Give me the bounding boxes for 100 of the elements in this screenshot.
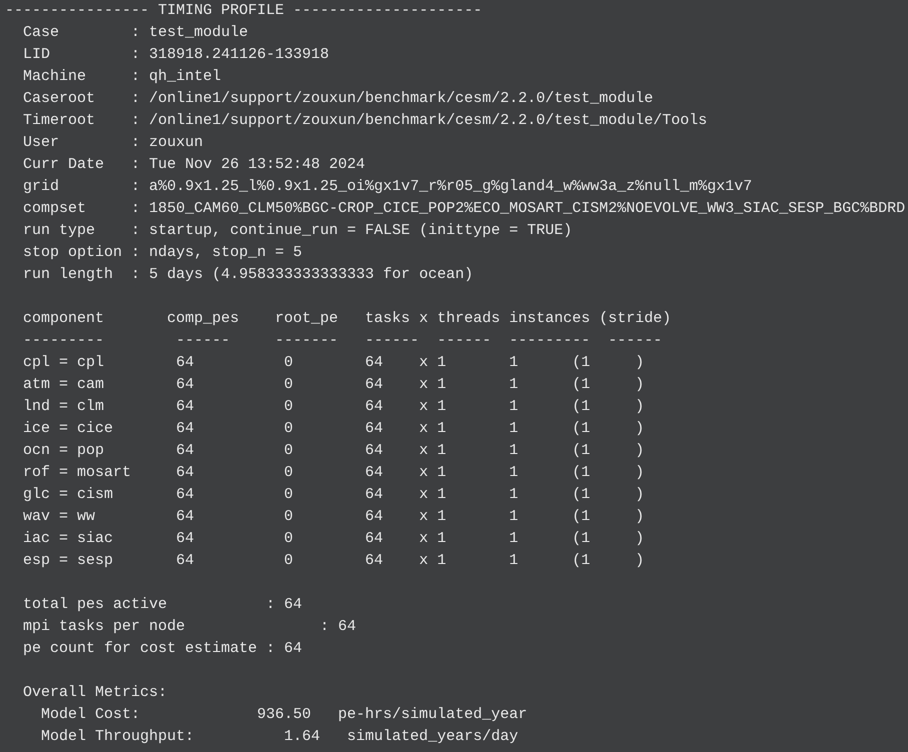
table-cell-text: ocn = pop — [23, 441, 104, 461]
metrics-title: Overall Metrics: — [23, 684, 168, 701]
table-cell-text: x 1 — [419, 529, 446, 549]
table-cell-text: x 1 — [419, 419, 446, 439]
table-cell-text: iac = siac — [23, 529, 114, 549]
table-cell-text: 64 — [176, 397, 194, 417]
info-line: User : zouxun — [23, 134, 204, 151]
table-cell-text: 64 — [176, 507, 194, 527]
table-cell-text: 64 — [176, 529, 194, 549]
summary-line: total pes active : 64 — [23, 596, 302, 613]
table-cell-text: 64 — [176, 463, 194, 483]
table-cell-text: 1 — [509, 529, 518, 549]
metric-line: Model Throughput: 1.64 simulated_years/day — [41, 728, 518, 745]
table-cell-text: x 1 — [419, 441, 446, 461]
table-cell-text: atm = cam — [23, 375, 104, 395]
table-cell-text: 64 — [176, 551, 194, 571]
table-cell-text: x 1 — [419, 397, 446, 417]
info-line: Caseroot : /online1/support/zouxun/benchmark/cesm/2.2.0/test_module — [23, 90, 654, 107]
table-cell-text: 1 — [509, 551, 518, 571]
table-cell-text: esp = sesp — [23, 551, 114, 571]
table-cell-text: (1 ) — [572, 463, 644, 483]
table-cell-text: wav = ww — [23, 507, 96, 527]
table-cell-text: 64 — [365, 529, 384, 549]
column-header: root_pe — [275, 309, 338, 329]
table-cell-text: (1 ) — [572, 353, 644, 373]
table-cell-text: 64 — [365, 463, 384, 483]
table-cell-text: (1 ) — [572, 551, 644, 571]
table-cell-text: 64 — [365, 551, 384, 571]
table-cell-text: 1 — [509, 353, 518, 373]
column-header: instances — [509, 309, 590, 329]
table-cell-text: x 1 — [419, 375, 446, 395]
table-cell-text: (1 ) — [572, 507, 644, 527]
header-rule: --------- — [23, 331, 104, 351]
table-cell-text: (1 ) — [572, 419, 644, 439]
header-rule: ------- — [275, 331, 338, 351]
table-cell-text: 1 — [509, 441, 518, 461]
table-cell-text: 0 — [284, 353, 294, 373]
column-header: tasks — [365, 309, 410, 329]
summary-line: pe count for cost estimate : 64 — [23, 640, 302, 657]
table-cell-text: 64 — [365, 485, 384, 505]
info-line: grid : a%0.9x1.25_l%0.9x1.25_oi%gx1v7_r%r05_g%gland4_w%ww3a_z%null_m%gx1v7 — [23, 178, 752, 195]
header-rule: ------ — [176, 331, 230, 351]
table-cell-text: 64 — [176, 419, 194, 439]
table-cell-text: (1 ) — [572, 485, 644, 505]
column-header: comp_pes — [167, 309, 240, 329]
table-cell-text: 1 — [509, 485, 518, 505]
info-line: stop option : ndays, stop_n = 5 — [23, 244, 302, 261]
table-cell-text: cpl = cpl — [23, 353, 104, 373]
table-cell-text: 0 — [284, 375, 294, 395]
header-rule: ------ — [365, 331, 420, 351]
table-cell-text: x 1 — [419, 463, 446, 483]
info-line: Machine : qh_intel — [23, 68, 222, 85]
table-cell-text: (1 ) — [572, 529, 644, 549]
table-cell-text: 0 — [284, 419, 294, 439]
table-cell-text: 64 — [176, 375, 194, 395]
header-rule: --------- — [509, 331, 590, 351]
table-cell-text: 0 — [284, 397, 294, 417]
table-cell-text: 1 — [509, 375, 518, 395]
info-line: Case : test_module — [23, 24, 248, 41]
table-cell-text: lnd = clm — [23, 397, 104, 417]
table-cell-text: 0 — [284, 529, 294, 549]
table-cell-text: (1 ) — [572, 441, 644, 461]
table-cell-text: 0 — [284, 485, 294, 505]
column-header: x threads — [419, 309, 500, 329]
summary-line: mpi tasks per node : 64 — [23, 618, 356, 635]
table-cell-text: 1 — [509, 397, 518, 417]
table-cell-text: 64 — [176, 441, 194, 461]
metric-line: Model Cost: 936.50 pe-hrs/simulated_year — [41, 706, 528, 723]
table-cell-text: 64 — [176, 485, 194, 505]
table-cell-text: 0 — [284, 463, 294, 483]
table-cell-text: rof = mosart — [23, 463, 132, 483]
table-cell-text: 64 — [365, 397, 384, 417]
table-cell-text: 64 — [365, 441, 384, 461]
table-cell-text: 0 — [284, 551, 294, 571]
table-cell-text: x 1 — [419, 485, 446, 505]
column-header: component — [23, 309, 104, 329]
table-cell-text: x 1 — [419, 353, 446, 373]
table-cell-text: 64 — [365, 419, 384, 439]
table-cell-text: 64 — [365, 375, 384, 395]
table-cell-text: 1 — [509, 463, 518, 483]
table-cell-text: 0 — [284, 507, 294, 527]
info-line: run type : startup, continue_run = FALSE (inittype = TRUE) — [23, 222, 572, 239]
table-cell-text: (1 ) — [572, 375, 644, 395]
info-line: LID : 318918.241126-133918 — [23, 46, 330, 63]
table-cell-text: 64 — [365, 353, 384, 373]
table-cell-text: (1 ) — [572, 397, 644, 417]
info-line: compset : 1850_CAM60_CLM50%BGC-CROP_CICE_POP2%ECO_MOSART_CISM2%NOEVOLVE_WW3_SIAC_SESP_BGC%BDRD — [23, 200, 906, 217]
column-header: (stride) — [599, 309, 672, 329]
table-cell-text: 0 — [284, 441, 294, 461]
table-cell-text: 64 — [365, 507, 384, 527]
table-cell-text: 1 — [509, 419, 518, 439]
title-line: ---------------- TIMING PROFILE --------------------- — [5, 2, 482, 19]
info-line: Curr Date : Tue Nov 26 13:52:48 2024 — [23, 156, 366, 173]
info-line: Timeroot : /online1/support/zouxun/benchmark/cesm/2.2.0/test_module/Tools — [23, 112, 708, 129]
table-cell-text: 1 — [509, 507, 518, 527]
header-rule: ------ — [437, 331, 492, 351]
info-line: run length : 5 days (4.958333333333333 for ocean) — [23, 266, 474, 283]
table-cell-text: ice = cice — [23, 419, 114, 439]
table-cell-text: x 1 — [419, 507, 446, 527]
table-cell-text: x 1 — [419, 551, 446, 571]
